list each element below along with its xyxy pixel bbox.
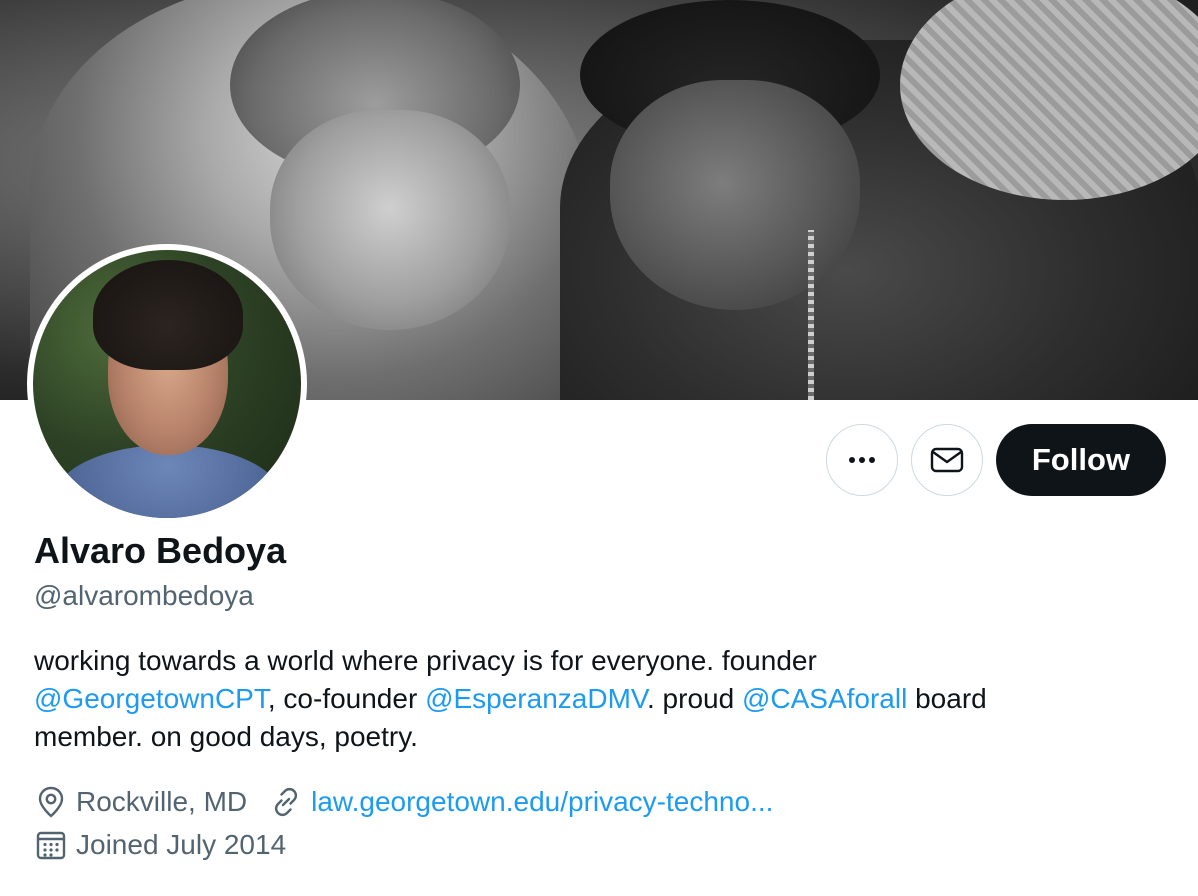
location-pin-icon	[38, 786, 64, 818]
follow-button[interactable]: Follow	[995, 424, 1166, 496]
website-link[interactable]: law.georgetown.edu/privacy-techno...	[311, 786, 773, 818]
bio-text: board	[907, 683, 987, 714]
avatar-photo	[33, 250, 301, 518]
profile-actions: Follow	[825, 424, 1166, 496]
bio-text: working towards a world where privacy is…	[34, 645, 817, 676]
profile-joined-row: Joined July 2014	[34, 828, 286, 862]
more-horizontal-icon	[848, 457, 875, 463]
joined-item: Joined July 2014	[34, 828, 286, 862]
message-button[interactable]	[910, 424, 983, 496]
banner-left-face	[270, 110, 510, 330]
calendar-icon	[36, 831, 66, 860]
location-text: Rockville, MD	[76, 786, 248, 817]
joined-text: Joined July 2014	[76, 829, 287, 860]
avatar-hair	[93, 260, 243, 370]
profile-bio: working towards a world where privacy is…	[34, 642, 1154, 756]
banner-zipper	[808, 230, 814, 400]
link-icon	[275, 787, 298, 817]
website-item[interactable]: law.georgetown.edu/privacy-techno...	[269, 785, 773, 819]
profile-name: Alvaro Bedoya	[34, 530, 287, 571]
mention-link-esperanzadmv[interactable]: @EsperanzaDMV	[425, 683, 647, 714]
profile-avatar[interactable]	[27, 244, 307, 524]
more-button[interactable]	[825, 424, 898, 496]
location-item: Rockville, MD	[34, 785, 247, 819]
mention-link-georgetowncpt[interactable]: @GeorgetownCPT	[34, 683, 268, 714]
mention-link-casaforall[interactable]: @CASAforall	[742, 683, 907, 714]
profile-meta-row: Rockville, MD law.georgetown.edu/privacy…	[34, 785, 773, 819]
avatar-shirt	[53, 445, 283, 518]
bio-text: , co-founder	[267, 683, 426, 714]
profile-handle: @alvarombedoya	[34, 580, 254, 611]
bio-text: . proud	[647, 683, 742, 714]
bio-text: member. on good days, poetry.	[34, 721, 418, 752]
banner-right-face	[610, 80, 860, 310]
envelope-icon	[930, 447, 964, 473]
